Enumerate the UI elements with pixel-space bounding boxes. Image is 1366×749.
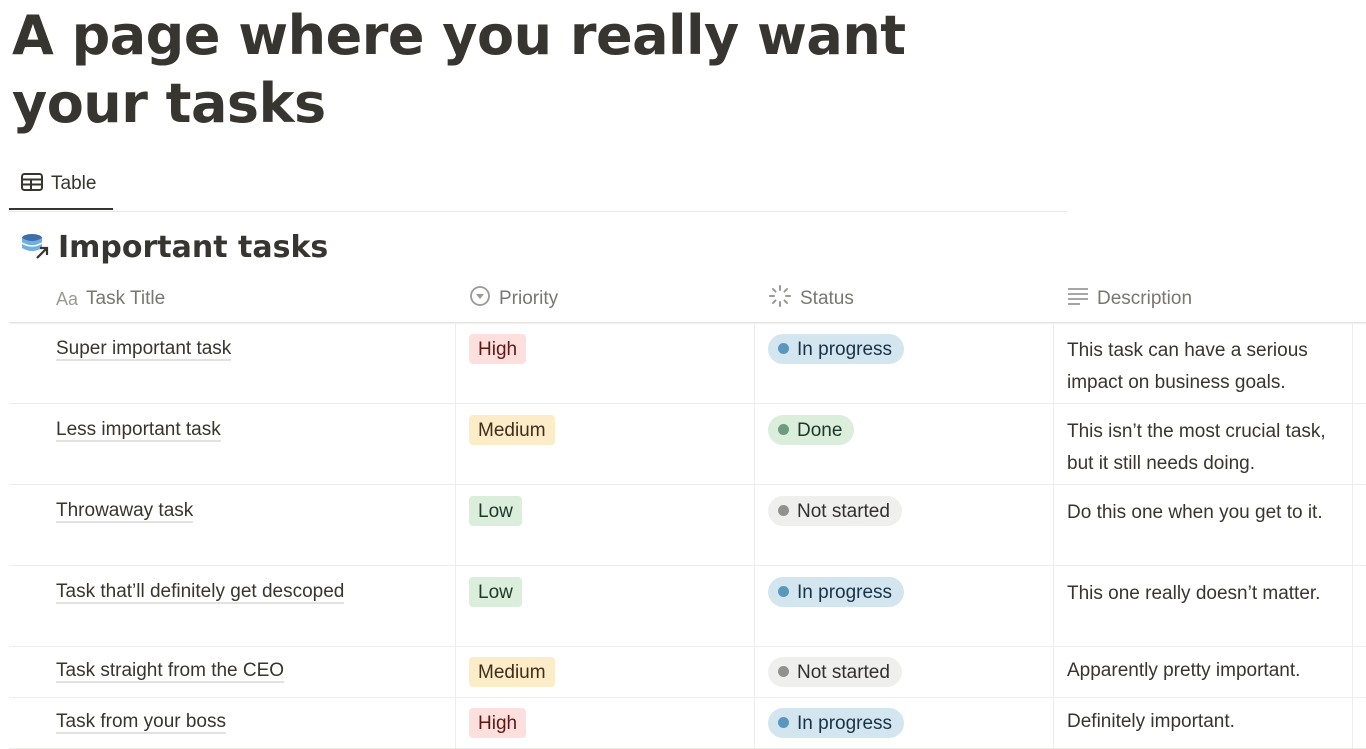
cell-description[interactable]: Definitely important. [1054,698,1353,748]
cell-status[interactable]: Not started [755,647,1054,697]
column-header-description[interactable]: Description [1054,276,1353,322]
column-label: Description [1097,288,1193,309]
status-badge: Not started [768,657,902,687]
text-aa-icon: Aa [56,288,79,309]
description-text: This isn’t the most crucial task, but it… [1067,421,1326,474]
cell-task-title: Less important task [9,404,456,484]
status-badge: In progress [768,708,905,738]
row-filler [1353,404,1366,484]
select-icon [469,285,491,313]
status-label: In progress [797,713,893,734]
priority-tag: Medium [469,415,555,445]
cell-description[interactable]: This isn’t the most crucial task, but it… [1054,404,1353,484]
status-dot-icon [778,504,789,516]
status-dot-icon [778,716,789,728]
table-row[interactable]: Throwaway task Low Not started Do this one … [9,485,1366,566]
cell-status[interactable]: Done [755,404,1054,484]
table-header: Aa Task Title Priority Status Descriptio… [9,276,1366,323]
tasks-table: Aa Task Title Priority Status Descriptio… [9,276,1366,749]
cell-priority[interactable]: Low [456,566,755,646]
description-text: Apparently pretty important. [1067,660,1301,681]
table-row[interactable]: Less important task Medium Done This isn’t … [9,404,1366,485]
status-label: Done [797,420,843,441]
description-text: Do this one when you get to it. [1067,502,1323,523]
page-title[interactable]: A page where you really want your tasks [12,2,1052,138]
status-label: Not started [797,501,890,522]
column-header-task-title[interactable]: Aa Task Title [9,276,456,322]
status-badge: In progress [768,577,905,607]
database-title[interactable]: Important tasks [20,230,328,265]
status-dot-icon [778,665,789,677]
cell-status[interactable]: In progress [755,698,1054,748]
status-label: Not started [797,662,890,683]
cell-priority[interactable]: High [456,323,755,403]
cell-priority[interactable]: Low [456,485,755,565]
priority-tag: Low [469,577,522,607]
priority-tag: High [469,334,527,364]
cell-task-title: Task that’ll definitely get descoped [9,566,456,646]
task-title-link[interactable]: Less important task [56,419,221,442]
cell-priority[interactable]: Medium [456,404,755,484]
status-badge: Not started [768,496,902,526]
cell-description[interactable]: This one really doesn’t matter. [1054,566,1353,646]
row-filler [1353,698,1366,748]
description-text: This task can have a serious impact on b… [1067,340,1308,393]
column-label: Status [800,288,854,309]
column-label: Priority [499,288,559,309]
table-row[interactable]: Task that’ll definitely get descoped Low I… [9,566,1366,647]
cell-task-title: Throwaway task [9,485,456,565]
description-text: This one really doesn’t matter. [1067,583,1321,604]
cell-status[interactable]: In progress [755,323,1054,403]
cell-task-title: Super important task [9,323,456,403]
status-dot-icon [778,342,789,354]
tab-table-view[interactable]: Table [9,160,113,210]
task-title-link[interactable]: Task from your boss [56,711,226,734]
priority-tag: Low [469,496,522,526]
table-row[interactable]: Task straight from the CEO Medium Not star… [9,647,1366,698]
row-filler [1353,566,1366,646]
database-title-text: Important tasks [58,230,329,265]
row-filler [1353,323,1366,403]
cell-description[interactable]: Do this one when you get to it. [1054,485,1353,565]
column-label: Task Title [86,288,166,309]
row-filler [1353,485,1366,565]
cell-priority[interactable]: Medium [456,647,755,697]
column-header-priority[interactable]: Priority [456,276,755,322]
tab-label: Table [51,173,97,194]
cell-status[interactable]: Not started [755,485,1054,565]
table-icon [21,173,43,195]
status-dot-icon [778,423,789,435]
task-title-link[interactable]: Super important task [56,338,232,361]
priority-tag: High [469,708,527,738]
cell-task-title: Task from your boss [9,698,456,748]
status-spinner-icon [768,284,792,314]
status-badge: In progress [768,334,905,364]
text-lines-icon [1067,286,1089,312]
task-title-link[interactable]: Task straight from the CEO [56,660,285,683]
column-header-status[interactable]: Status [755,276,1054,322]
table-body: Super important task High In progress This … [9,323,1366,749]
cell-description[interactable]: Apparently pretty important. [1054,647,1353,697]
cell-task-title: Task straight from the CEO [9,647,456,697]
task-title-link[interactable]: Throwaway task [56,500,194,523]
description-text: Definitely important. [1067,711,1235,732]
view-tabs: Table [9,160,1067,212]
priority-tag: Medium [469,657,555,687]
status-dot-icon [778,585,789,597]
cell-priority[interactable]: High [456,698,755,748]
task-title-link[interactable]: Task that’ll definitely get descoped [56,581,345,604]
status-label: In progress [797,339,893,360]
table-row[interactable]: Super important task High In progress This … [9,323,1366,404]
cell-description[interactable]: This task can have a serious impact on b… [1054,323,1353,403]
table-row[interactable]: Task from your boss High In progress Defini… [9,698,1366,749]
linked-database-icon [20,231,50,265]
status-label: In progress [797,582,893,603]
row-filler [1353,647,1366,697]
cell-status[interactable]: In progress [755,566,1054,646]
status-badge: Done [768,415,855,445]
